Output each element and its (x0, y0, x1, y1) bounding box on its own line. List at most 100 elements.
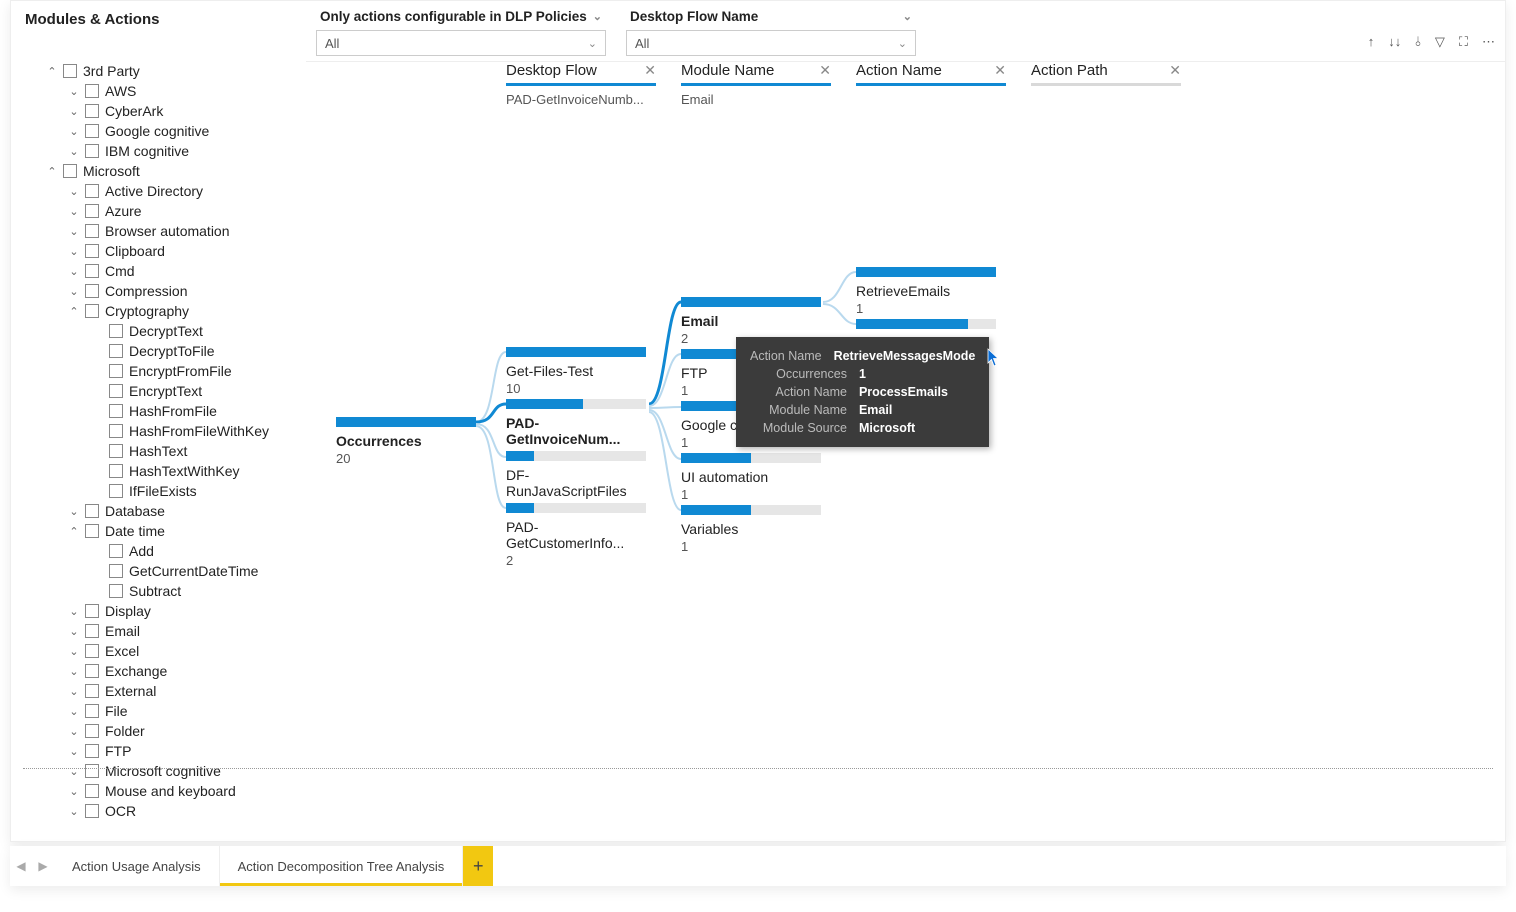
filter-dlp-label[interactable]: Only actions configurable in DLP Policie… (316, 7, 606, 26)
chevron-up-icon[interactable]: ⌃ (43, 165, 61, 178)
tree-item[interactable]: ⌃Cryptography (17, 301, 300, 321)
checkbox[interactable] (85, 84, 99, 98)
checkbox[interactable] (109, 364, 123, 378)
filter-icon[interactable]: ▽ (1435, 34, 1445, 50)
level-header-flow[interactable]: Desktop Flow✕ PAD-GetInvoiceNumb... (506, 62, 656, 107)
chevron-down-icon[interactable]: ⌄ (65, 785, 83, 798)
checkbox[interactable] (85, 244, 99, 258)
tree-item[interactable]: IfFileExists (17, 481, 300, 501)
tree-item[interactable]: ⌄Display (17, 601, 300, 621)
chevron-down-icon[interactable]: ⌄ (65, 85, 83, 98)
tree-item[interactable]: ⌄Browser automation (17, 221, 300, 241)
close-icon[interactable]: ✕ (819, 62, 831, 79)
tree-item[interactable]: EncryptText (17, 381, 300, 401)
tree-item[interactable]: DecryptToFile (17, 341, 300, 361)
close-icon[interactable]: ✕ (1169, 62, 1181, 79)
checkbox[interactable] (109, 424, 123, 438)
chevron-down-icon[interactable]: ⌄ (65, 645, 83, 658)
chevron-down-icon[interactable]: ⌄ (65, 145, 83, 158)
tree-item[interactable]: ⌄Microsoft cognitive (17, 761, 300, 781)
tree-item[interactable]: ⌃3rd Party (17, 61, 300, 81)
checkbox[interactable] (109, 344, 123, 358)
checkbox[interactable] (85, 504, 99, 518)
checkbox[interactable] (85, 184, 99, 198)
chevron-down-icon[interactable]: ⌄ (65, 105, 83, 118)
tree-item[interactable]: HashFromFileWithKey (17, 421, 300, 441)
chevron-down-icon[interactable]: ⌄ (65, 625, 83, 638)
checkbox[interactable] (109, 384, 123, 398)
decomposition-canvas[interactable]: ↑ ↓↓ ⫰ ▽ ⛶ ⋯ Desktop Flow✕ PAD-GetInvoic… (306, 61, 1505, 841)
checkbox[interactable] (85, 604, 99, 618)
checkbox[interactable] (85, 704, 99, 718)
level-header-module[interactable]: Module Name✕ Email (681, 62, 831, 107)
checkbox[interactable] (85, 144, 99, 158)
checkbox[interactable] (85, 224, 99, 238)
checkbox[interactable] (85, 804, 99, 818)
checkbox[interactable] (85, 284, 99, 298)
chevron-up-icon[interactable]: ⌃ (43, 65, 61, 78)
checkbox[interactable] (63, 64, 77, 78)
chevron-down-icon[interactable]: ⌄ (65, 765, 83, 778)
tree-item[interactable]: HashText (17, 441, 300, 461)
tree-item[interactable]: EncryptFromFile (17, 361, 300, 381)
chevron-down-icon[interactable]: ⌄ (65, 685, 83, 698)
filter-dlp-dropdown[interactable]: All ⌄ (316, 30, 606, 56)
level-header-path[interactable]: Action Path✕ (1031, 62, 1181, 86)
tree-item[interactable]: ⌄Google cognitive (17, 121, 300, 141)
tab-usage[interactable]: Action Usage Analysis (54, 846, 220, 886)
chevron-down-icon[interactable]: ⌄ (65, 665, 83, 678)
checkbox[interactable] (85, 764, 99, 778)
checkbox[interactable] (85, 644, 99, 658)
tree-item[interactable]: ⌄Clipboard (17, 241, 300, 261)
tree-item[interactable]: ⌄Cmd (17, 261, 300, 281)
flow-node[interactable]: PAD-GetCustomerInfo...2 (506, 503, 646, 568)
chevron-down-icon[interactable]: ⌄ (65, 505, 83, 518)
tree-item[interactable]: ⌄Database (17, 501, 300, 521)
checkbox[interactable] (63, 164, 77, 178)
tree-item[interactable]: ⌃Date time (17, 521, 300, 541)
level-header-action[interactable]: Action Name✕ (856, 62, 1006, 86)
chevron-down-icon[interactable]: ⌄ (65, 125, 83, 138)
checkbox[interactable] (85, 104, 99, 118)
tree-item[interactable]: ⌄Mouse and keyboard (17, 781, 300, 801)
tree-item[interactable]: ⌄IBM cognitive (17, 141, 300, 161)
checkbox[interactable] (85, 624, 99, 638)
chevron-down-icon[interactable]: ⌄ (65, 265, 83, 278)
more-icon[interactable]: ⋯ (1482, 34, 1495, 50)
checkbox[interactable] (109, 584, 123, 598)
tree-item[interactable]: ⌄Folder (17, 721, 300, 741)
checkbox[interactable] (109, 544, 123, 558)
flow-node[interactable]: Get-Files-Test10 (506, 347, 646, 396)
module-node[interactable]: UI automation1 (681, 453, 821, 502)
filter-flowname-label[interactable]: Desktop Flow Name ⌄ (626, 7, 916, 26)
tree-item[interactable]: ⌄Compression (17, 281, 300, 301)
tree-item[interactable]: ⌄CyberArk (17, 101, 300, 121)
chevron-down-icon[interactable]: ⌄ (65, 705, 83, 718)
filter-flowname-dropdown[interactable]: All ⌄ (626, 30, 916, 56)
chevron-up-icon[interactable]: ⌃ (65, 305, 83, 318)
checkbox[interactable] (109, 464, 123, 478)
sidebar-tree[interactable]: ⌃3rd Party⌄AWS⌄CyberArk⌄Google cognitive… (11, 61, 306, 841)
chevron-down-icon[interactable]: ⌄ (65, 725, 83, 738)
tree-item[interactable]: ⌄File (17, 701, 300, 721)
tree-item[interactable]: ⌄OCR (17, 801, 300, 821)
checkbox[interactable] (85, 784, 99, 798)
checkbox[interactable] (85, 524, 99, 538)
tree-item[interactable]: ⌃Microsoft (17, 161, 300, 181)
focus-icon[interactable]: ⛶ (1459, 34, 1468, 50)
node-root[interactable]: Occurrences 20 (336, 417, 476, 466)
tree-item[interactable]: ⌄AWS (17, 81, 300, 101)
checkbox[interactable] (85, 204, 99, 218)
tree-item[interactable]: ⌄Email (17, 621, 300, 641)
checkbox[interactable] (109, 484, 123, 498)
chevron-down-icon[interactable]: ⌄ (65, 225, 83, 238)
checkbox[interactable] (85, 744, 99, 758)
tree-item[interactable]: HashFromFile (17, 401, 300, 421)
chevron-down-icon[interactable]: ⌄ (65, 245, 83, 258)
tree-item[interactable]: DecryptText (17, 321, 300, 341)
sort-icon[interactable]: ↓↓ (1388, 34, 1401, 50)
tab-add-button[interactable]: + (463, 846, 493, 886)
checkbox[interactable] (109, 444, 123, 458)
tree-item[interactable]: ⌄FTP (17, 741, 300, 761)
chevron-down-icon[interactable]: ⌄ (65, 805, 83, 818)
